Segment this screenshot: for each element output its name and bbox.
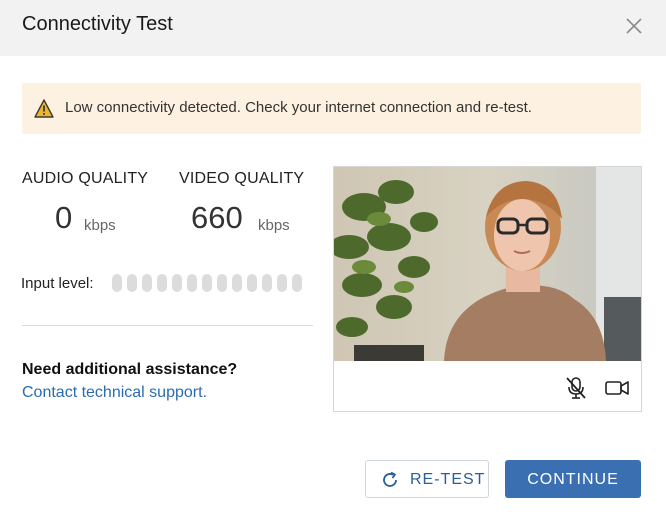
input-level-segment bbox=[112, 274, 122, 292]
input-level-segment bbox=[292, 274, 302, 292]
dialog-header: Connectivity Test bbox=[0, 0, 666, 56]
input-level-segment bbox=[262, 274, 272, 292]
video-quality-value: 660 bbox=[191, 200, 243, 235]
section-divider bbox=[22, 325, 313, 326]
input-level-segment bbox=[277, 274, 287, 292]
input-level-segment bbox=[232, 274, 242, 292]
connectivity-alert: Low connectivity detected. Check your in… bbox=[22, 83, 641, 134]
retest-button[interactable]: RE-TEST bbox=[365, 460, 489, 498]
video-quality-label: VIDEO QUALITY bbox=[179, 170, 305, 187]
camera-preview bbox=[334, 167, 641, 361]
dialog-title: Connectivity Test bbox=[22, 13, 173, 35]
mic-muted-icon[interactable] bbox=[563, 375, 589, 401]
assistance-heading: Need additional assistance? bbox=[22, 361, 238, 378]
input-level-label: Input level: bbox=[21, 275, 94, 292]
continue-label: CONTINUE bbox=[527, 471, 619, 488]
input-level-segment bbox=[157, 274, 167, 292]
alert-message: Low connectivity detected. Check your in… bbox=[65, 99, 532, 116]
refresh-icon bbox=[380, 470, 400, 490]
contact-support-link[interactable]: Contact technical support. bbox=[22, 384, 207, 402]
input-level-segment bbox=[142, 274, 152, 292]
audio-quality-value: 0 bbox=[55, 200, 73, 235]
video-camera-icon[interactable] bbox=[604, 375, 630, 401]
input-level-segment bbox=[247, 274, 257, 292]
input-level-segment bbox=[202, 274, 212, 292]
input-level-segment bbox=[172, 274, 182, 292]
retest-label: RE-TEST bbox=[410, 471, 486, 488]
input-level-segment bbox=[187, 274, 197, 292]
input-level-segment bbox=[127, 274, 137, 292]
video-preview-panel bbox=[333, 166, 642, 412]
continue-button[interactable]: CONTINUE bbox=[505, 460, 641, 498]
audio-quality-unit: kbps bbox=[84, 217, 116, 234]
audio-quality-label: AUDIO QUALITY bbox=[22, 170, 149, 187]
warning-icon bbox=[34, 99, 54, 118]
input-level-segment bbox=[217, 274, 227, 292]
video-quality-unit: kbps bbox=[258, 217, 290, 234]
close-icon[interactable] bbox=[622, 14, 646, 38]
